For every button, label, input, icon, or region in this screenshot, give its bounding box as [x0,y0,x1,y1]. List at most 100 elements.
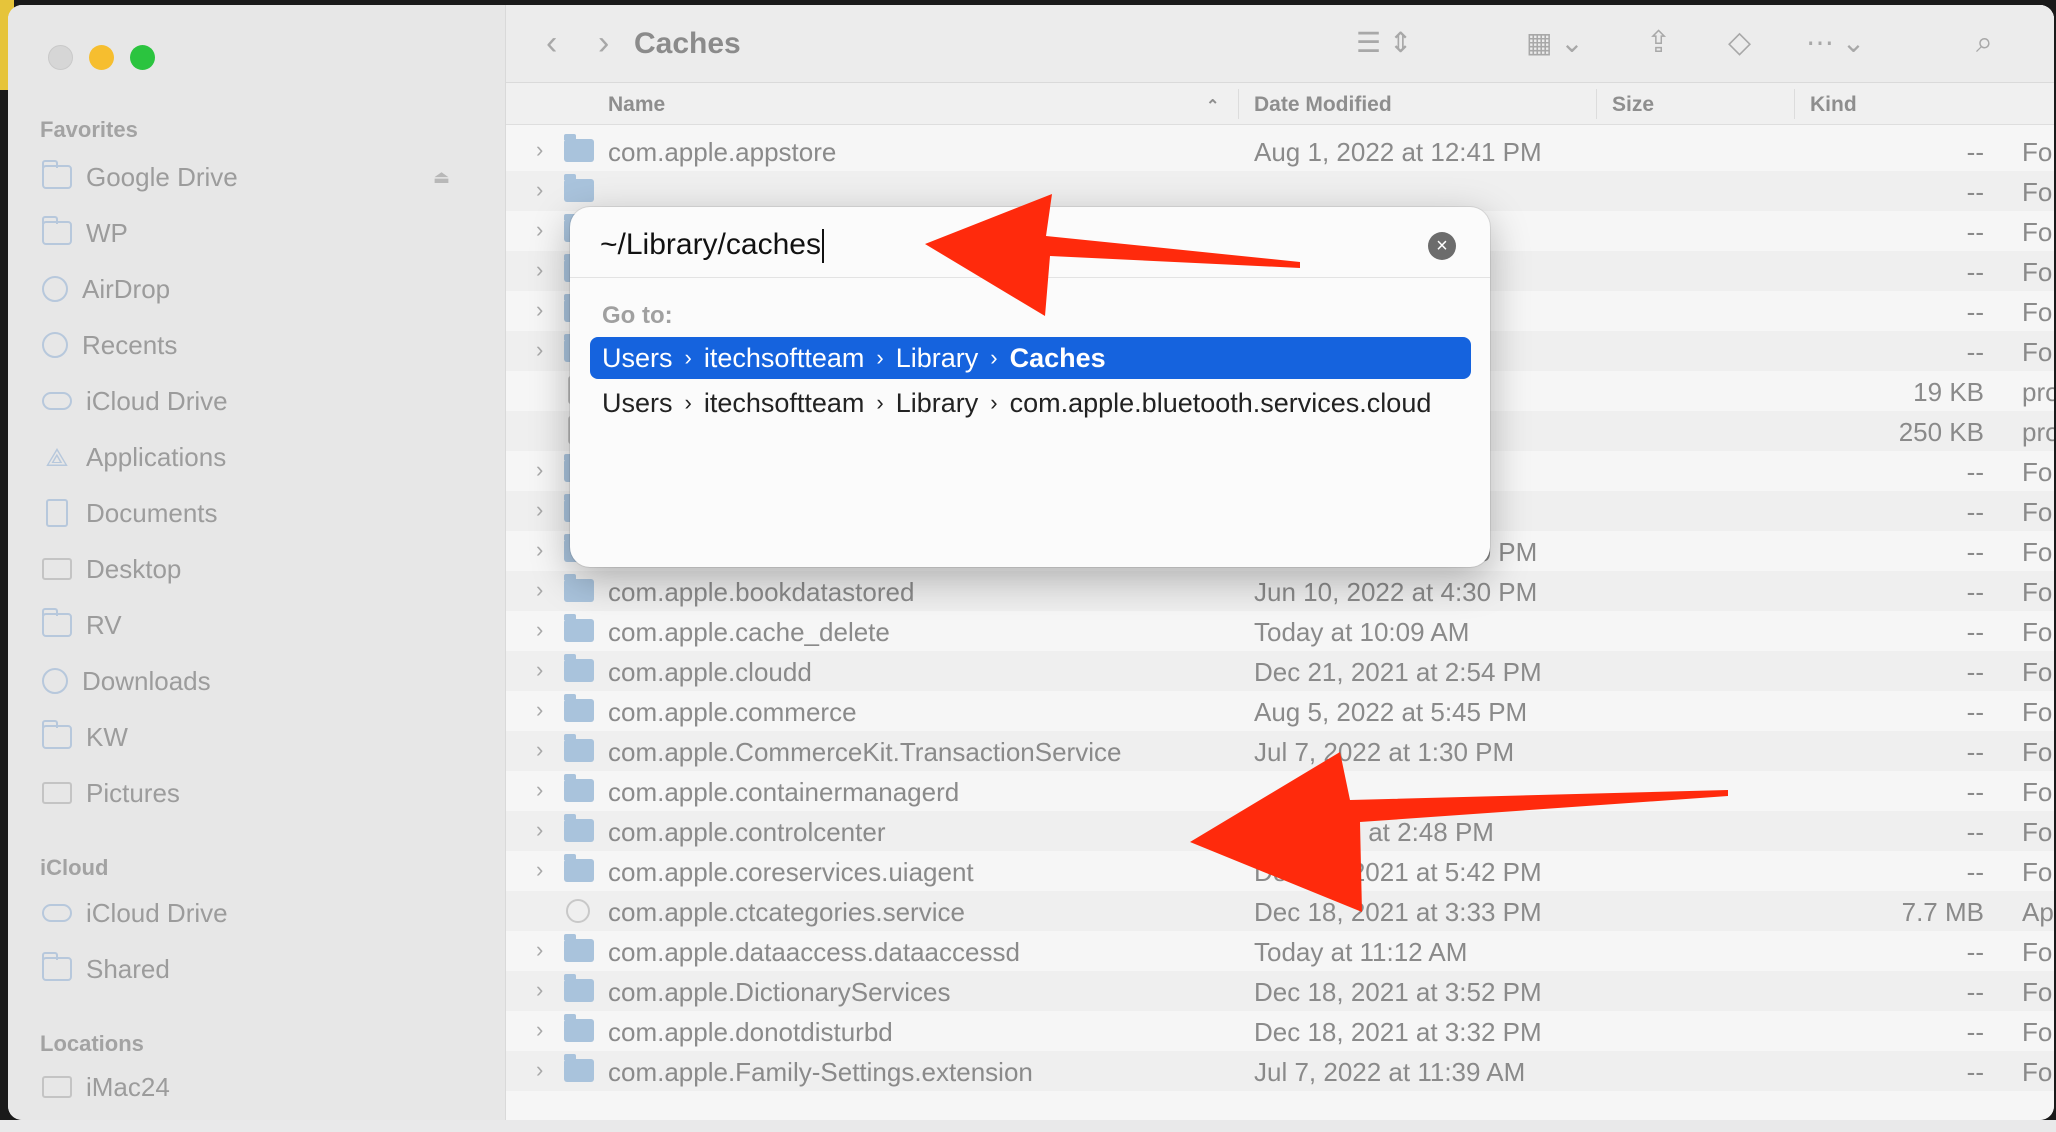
chevron-right-icon[interactable]: › [536,1057,543,1083]
cloud-icon [42,392,72,410]
close-button[interactable] [48,45,73,70]
path-crumb: Library [895,342,979,373]
table-row[interactable]: › com.apple.bookdatastored Jun 10, 2022 at… [506,571,2054,611]
column-size[interactable]: Size [1612,93,1654,117]
table-row[interactable]: › com.apple.donotdisturbd Dec 18, 2021 at … [506,1011,2054,1051]
column-divider[interactable] [1596,89,1597,119]
column-divider[interactable] [1238,89,1239,119]
chevron-right-icon[interactable]: › [536,137,543,163]
tag-icon[interactable]: ◇ [1728,23,1751,63]
table-row[interactable]: › com.apple.Family-Settings.extension Jul … [506,1051,2054,1091]
file-size: -- [1966,777,1984,807]
sidebar-item-kw[interactable]: KW [42,717,482,757]
sidebar-item-downloads[interactable]: Downloads [42,661,482,701]
folder-icon [564,694,594,722]
column-kind[interactable]: Kind [1810,93,1857,117]
chevron-right-icon[interactable]: › [536,337,543,363]
table-row[interactable]: › com.apple.appstore Aug 1, 2022 at 12:41 … [506,131,2054,171]
list-view-icon[interactable]: ☰ ⇕ [1356,23,1412,63]
chevron-right-icon[interactable]: › [536,177,543,203]
go-to-folder-dialog: ~/Library/caches × Go to: Users › itechso… [570,207,1490,567]
chevron-right-icon[interactable]: › [536,537,543,563]
sidebar-item-recents[interactable]: Recents [42,325,482,365]
path-crumb: Users [602,387,673,418]
table-row[interactable]: › com.apple.cache_delete Today at 10:09 AM… [506,611,2054,651]
folder-icon [564,134,594,162]
sidebar-item-google-drive[interactable]: Google Drive ⏏ [42,157,482,197]
chevron-right-icon[interactable]: › [536,257,543,283]
minimize-button[interactable] [89,45,114,70]
sidebar-item-imac24[interactable]: iMac24 [42,1067,482,1107]
file-size: -- [1966,177,1984,207]
back-icon[interactable]: ‹ [546,23,557,63]
column-divider[interactable] [1794,89,1795,119]
table-row[interactable]: › -- Folder [506,171,2054,211]
text-caret [821,229,824,264]
sidebar-item-rv[interactable]: RV [42,605,482,645]
table-row[interactable]: › com.apple.dataaccess.dataaccessd Today a… [506,931,2054,971]
eject-icon[interactable]: ⏏ [433,167,450,188]
chevron-right-icon[interactable]: › [536,617,543,643]
sidebar-item-airdrop[interactable]: AirDrop [42,269,482,309]
path-input[interactable]: ~/Library/caches [600,225,1360,265]
sidebar-item-applications[interactable]: ⟁ Applications [42,437,482,477]
chevron-right-icon[interactable]: › [536,817,543,843]
sidebar-item-pictures[interactable]: Pictures [42,773,482,813]
applications-icon: ⟁ [45,442,69,472]
sidebar-item-icloud-drive-2[interactable]: iCloud Drive [42,893,482,933]
chevron-right-icon[interactable]: › [536,297,543,323]
column-date[interactable]: Date Modified [1254,93,1392,117]
chevron-right-icon[interactable]: › [536,937,543,963]
group-icon[interactable]: ▦ ⌄ [1526,23,1584,63]
pictures-icon [42,782,72,804]
chevron-right-icon[interactable]: › [536,737,543,763]
table-row[interactable]: com.apple.ctcategories.service Dec 18, 20… [506,891,2054,931]
table-row[interactable]: › com.apple.cloudd Dec 21, 2021 at 2:54 PM… [506,651,2054,691]
folder-icon [564,974,594,1002]
application-icon [566,899,590,923]
chevron-right-icon[interactable]: › [536,577,543,603]
chevron-right-icon[interactable]: › [536,777,543,803]
file-kind: Folder [2022,937,2054,967]
chevron-right-icon[interactable]: › [536,657,543,683]
sidebar-item-desktop[interactable]: Desktop [42,549,482,589]
chevron-right-icon: › [684,345,692,370]
chevron-right-icon[interactable]: › [536,457,543,483]
chevron-right-icon[interactable]: › [536,497,543,523]
table-row[interactable]: › com.apple.commerce Aug 5, 2022 at 5:45 P… [506,691,2054,731]
suggestion-bluetooth-cloud[interactable]: Users › itechsoftteam › Library › com.apple… [590,382,1471,424]
chevron-right-icon[interactable]: › [536,977,543,1003]
table-row[interactable]: › com.apple.CommerceKit.TransactionServic… [506,731,2054,771]
search-icon[interactable]: ⌕ [1976,23,1993,63]
sidebar-item-documents[interactable]: Documents [42,493,482,533]
more-actions-icon[interactable]: ⋯ ⌄ [1806,23,1865,63]
date-modified: Today at 11:12 AM [1254,937,1468,967]
file-kind: Folder [2022,977,2054,1007]
sidebar-item-icloud-drive[interactable]: iCloud Drive [42,381,482,421]
chevron-right-icon[interactable]: › [536,1017,543,1043]
sidebar: Favorites Google Drive ⏏ WP AirDrop Rece… [8,5,506,1120]
file-kind: Folder [2022,1017,2054,1047]
sidebar-item-wp[interactable]: WP [42,213,482,253]
column-name[interactable]: Name [608,93,665,117]
sidebar-item-label: Google Drive [86,161,238,192]
folder-icon [564,734,594,762]
table-row[interactable]: › com.apple.DictionaryServices Dec 18, 202… [506,971,2054,1011]
zoom-button[interactable] [130,45,155,70]
file-kind: Folder [2022,697,2054,727]
chevron-right-icon[interactable]: › [536,697,543,723]
suggestion-caches[interactable]: Users › itechsoftteam › Library › Caches [590,337,1471,379]
chevron-right-icon[interactable]: › [536,217,543,243]
file-size: -- [1966,457,1984,487]
table-row[interactable]: › com.apple.controlcenter Jan 2022 at 2:48… [506,811,2054,851]
table-row[interactable]: › com.apple.containermanagerd -- Folder [506,771,2054,811]
sidebar-item-shared[interactable]: Shared [42,949,482,989]
clear-icon[interactable]: × [1428,232,1456,260]
forward-icon[interactable]: › [598,23,609,63]
chevron-right-icon[interactable]: › [536,857,543,883]
sidebar-item-label: iCloud Drive [86,897,228,928]
table-row[interactable]: › com.apple.coreservices.uiagent Dec 18, 2… [506,851,2054,891]
file-kind: Folder [2022,657,2054,687]
share-icon[interactable]: ⇪ [1646,23,1671,63]
file-size: -- [1966,697,1984,727]
